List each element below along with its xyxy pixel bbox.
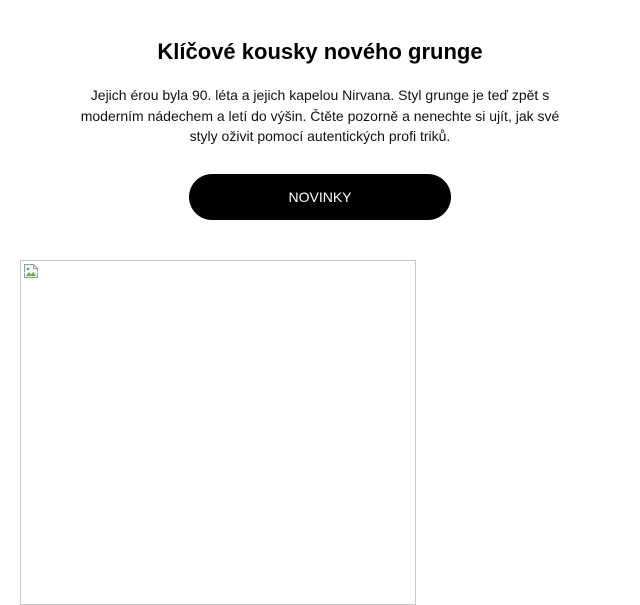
product-image[interactable] (20, 260, 416, 605)
broken-image-icon (23, 263, 39, 279)
section-description: Jejich érou byla 90. léta a jejich kapel… (80, 87, 560, 144)
grunge-promo-section: Klíčové kousky nového grunge Jejich érou… (0, 0, 640, 605)
section-title: Klíčové kousky nového grunge (157, 39, 483, 64)
novinky-button[interactable]: NOVINKY (189, 174, 451, 220)
